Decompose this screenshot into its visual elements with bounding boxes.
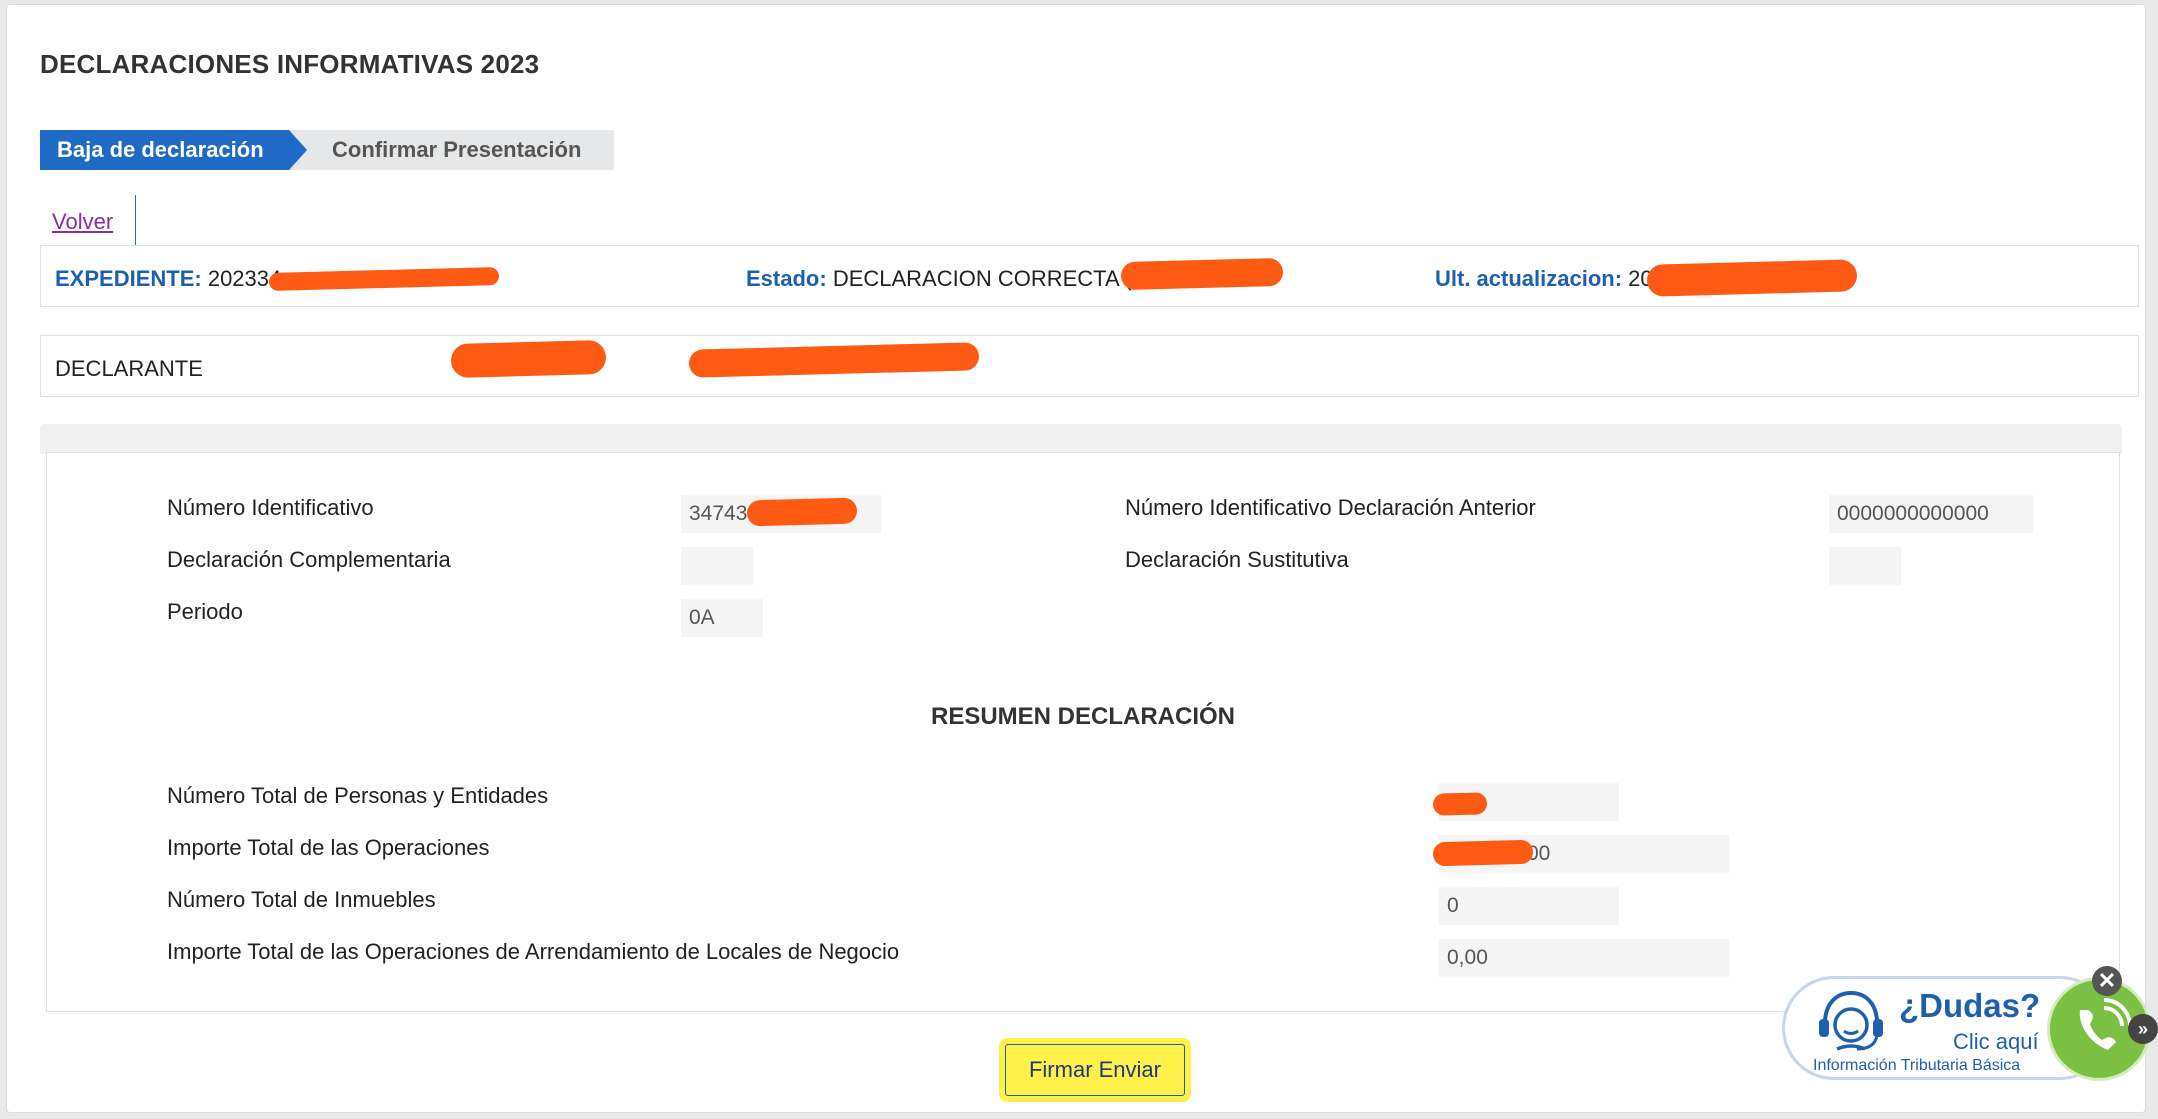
step-confirmar-presentacion[interactable]: Confirmar Presentación — [289, 130, 614, 170]
arrendamiento-label: Importe Total de las Operaciones de Arre… — [167, 939, 900, 964]
redaction-mark — [268, 266, 500, 292]
panel-header — [40, 424, 2122, 454]
inmuebles-label: Número Total de Inmuebles — [167, 887, 436, 912]
numero-anterior-value: 0000000000000 — [1829, 495, 2033, 533]
ult-actualizacion-label: Ult. actualizacion: — [1435, 266, 1623, 291]
redaction-mark — [1646, 259, 1858, 297]
page-title: DECLARACIONES INFORMATIVAS 2023 — [40, 49, 540, 79]
periodo-value: 0A — [681, 599, 763, 637]
redaction-mark — [450, 339, 607, 379]
estado-field: Estado: DECLARACION CORRECTA ( — [746, 266, 1132, 292]
help-caption: Información Tributaria Básica — [1813, 1057, 2021, 1074]
sustitutiva-value — [1829, 547, 1901, 585]
numero-identificativo-label: Número Identificativo — [167, 495, 374, 520]
step-baja-declaracion[interactable]: Baja de declaración — [40, 130, 307, 170]
complementaria-value — [681, 547, 753, 585]
declarante-row: DECLARANTE — [40, 335, 2139, 397]
inmuebles-value: 0 — [1439, 887, 1619, 925]
wizard-steps: Baja de declaración Confirmar Presentaci… — [40, 130, 614, 170]
redaction-mark — [746, 497, 858, 527]
back-separator — [135, 195, 136, 245]
redaction-mark — [1432, 839, 1534, 867]
support-agent-icon — [1819, 990, 1883, 1051]
declarante-label: DECLARANTE — [55, 356, 203, 381]
expediente-field: EXPEDIENTE: 202334 — [55, 266, 281, 292]
redaction-mark — [688, 342, 980, 378]
complementaria-label: Declaración Complementaria — [167, 547, 451, 572]
importe-total-label: Importe Total de las Operaciones — [167, 835, 490, 860]
close-help-button[interactable]: ✕ — [2092, 966, 2122, 996]
ult-actualizacion-field: Ult. actualizacion: 20 — [1435, 266, 1653, 292]
redaction-mark — [1120, 257, 1284, 291]
main-page: DECLARACIONES INFORMATIVAS 2023 Baja de … — [6, 4, 2146, 1113]
sustitutiva-label: Declaración Sustitutiva — [1125, 547, 1349, 572]
personas-label: Número Total de Personas y Entidades — [167, 783, 549, 808]
firmar-enviar-button[interactable]: Firmar Enviar — [1005, 1044, 1185, 1096]
help-title: ¿Dudas? — [1899, 987, 2041, 1024]
help-subtitle: Clic aquí — [1953, 1029, 2039, 1054]
arrendamiento-value: 0,00 — [1439, 939, 1729, 977]
declaration-panel: Número Identificativo 34743 Número Ident… — [46, 452, 2120, 1012]
resumen-title: RESUMEN DECLARACIÓN — [930, 703, 1235, 730]
expediente-label: EXPEDIENTE: — [55, 266, 202, 291]
redaction-mark — [1432, 792, 1488, 816]
expand-help-button[interactable]: » — [2128, 1014, 2158, 1044]
expediente-row: EXPEDIENTE: 202334 Estado: DECLARACION C… — [40, 245, 2139, 307]
numero-anterior-label: Número Identificativo Declaración Anteri… — [1125, 495, 1536, 520]
estado-label: Estado: — [746, 266, 827, 291]
estado-value: DECLARACION CORRECTA ( — [832, 266, 1132, 291]
back-link[interactable]: Volver — [52, 209, 113, 235]
periodo-label: Periodo — [167, 599, 243, 624]
